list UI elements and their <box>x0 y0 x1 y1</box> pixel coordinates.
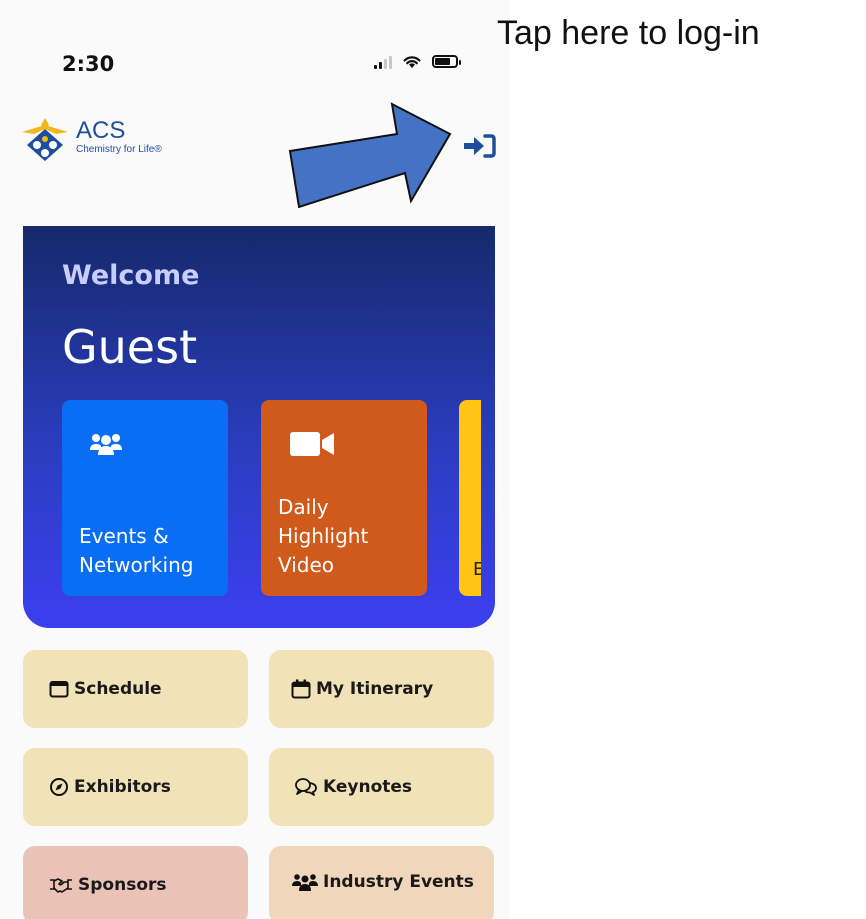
login-icon <box>464 134 496 158</box>
events-card-label-line1: Events & <box>79 524 169 548</box>
video-card-label-line1: Daily <box>278 495 329 519</box>
video-camera-icon <box>290 432 334 456</box>
welcome-label: Welcome <box>62 260 200 291</box>
acs-logo: ACS Chemistry for Life® <box>20 112 162 162</box>
schedule-label: Schedule <box>74 679 162 699</box>
cellular-signal-icon <box>374 55 392 69</box>
annotation-arrow-icon <box>288 102 452 209</box>
exhibitors-label: Exhibitors <box>74 777 171 797</box>
keynotes-button[interactable]: Keynotes <box>269 748 494 826</box>
calendar-filled-icon <box>291 679 311 699</box>
events-card-label-line2: Networking <box>79 553 194 577</box>
sponsors-label: Sponsors <box>78 875 167 895</box>
user-name: Guest <box>62 320 198 374</box>
daily-highlight-video-card[interactable]: Daily Highlight Video <box>261 400 427 596</box>
status-time: 2:30 <box>62 52 115 76</box>
wifi-icon <box>403 56 421 68</box>
keynotes-label: Keynotes <box>323 777 413 797</box>
events-networking-card[interactable]: Events & Networking <box>62 400 228 596</box>
calendar-icon <box>49 681 69 698</box>
logo-tagline: Chemistry for Life® <box>76 144 162 155</box>
industry-events-label: Industry Events <box>323 872 474 892</box>
people-group-icon <box>90 434 122 455</box>
sponsors-button[interactable]: Sponsors <box>23 846 248 919</box>
my-itinerary-label: My Itinerary <box>316 679 434 699</box>
status-icons <box>374 54 461 69</box>
people-group-icon <box>292 874 318 891</box>
exhibitors-button[interactable]: Exhibitors <box>23 748 248 826</box>
industry-events-button[interactable]: Industry Events <box>269 846 494 919</box>
handshake-icon <box>50 878 72 893</box>
third-card-label: E <box>473 559 481 580</box>
schedule-button[interactable]: Schedule <box>23 650 248 728</box>
my-itinerary-button[interactable]: My Itinerary <box>269 650 494 728</box>
login-button[interactable] <box>460 131 498 161</box>
battery-icon <box>432 55 461 68</box>
login-hint-text: Tap here to log-in <box>497 14 760 52</box>
video-card-label-line3: Video <box>278 553 335 577</box>
compass-icon <box>50 778 68 796</box>
logo-name: ACS <box>76 117 126 144</box>
third-carousel-card[interactable]: E <box>459 400 481 596</box>
video-card-label-line2: Highlight <box>278 524 369 548</box>
chat-bubbles-icon <box>295 778 317 796</box>
acs-eagle-emblem-icon <box>22 118 68 161</box>
